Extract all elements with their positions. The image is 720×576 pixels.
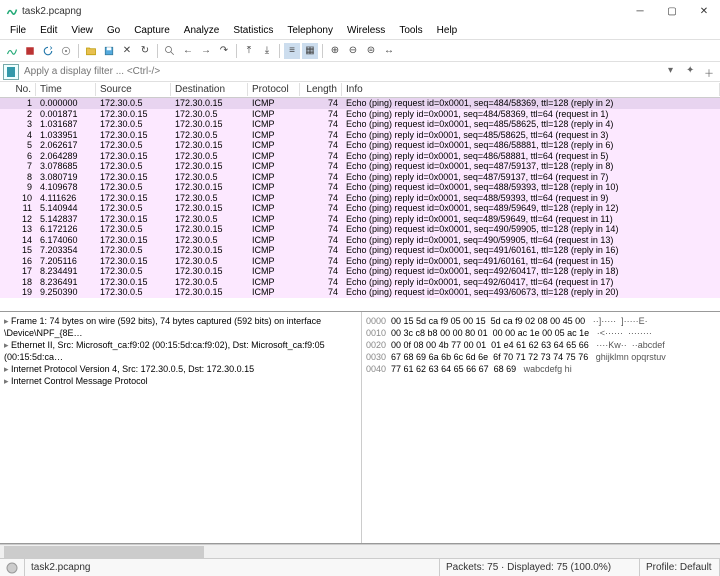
stop-capture-icon[interactable] <box>22 43 38 59</box>
menu-telephony[interactable]: Telephony <box>281 23 339 38</box>
packet-row[interactable]: 188.236491172.30.0.15172.30.0.5ICMP74Ech… <box>0 277 720 288</box>
hex-row[interactable]: 0030 67 68 69 6a 6b 6c 6d 6e 6f 70 71 72… <box>366 351 716 363</box>
packet-row[interactable]: 146.174060172.30.0.15172.30.0.5ICMP74Ech… <box>0 235 720 246</box>
hex-row[interactable]: 0010 00 3c c8 b8 00 00 80 01 00 00 ac 1e… <box>366 327 716 339</box>
packet-tree-pane[interactable]: Frame 1: 74 bytes on wire (592 bits), 74… <box>0 312 362 543</box>
last-packet-icon[interactable]: ⤓ <box>259 43 275 59</box>
menu-analyze[interactable]: Analyze <box>178 23 226 38</box>
display-filter-input[interactable] <box>22 64 666 79</box>
col-protocol[interactable]: Protocol <box>248 83 300 96</box>
open-file-icon[interactable] <box>83 43 99 59</box>
col-destination[interactable]: Destination <box>171 83 248 96</box>
restart-capture-icon[interactable] <box>40 43 56 59</box>
detail-split: Frame 1: 74 bytes on wire (592 bits), 74… <box>0 312 720 544</box>
close-button[interactable]: ✕ <box>688 0 720 22</box>
menu-view[interactable]: View <box>65 23 99 38</box>
menu-edit[interactable]: Edit <box>34 23 63 38</box>
minimize-button[interactable]: ─ <box>624 0 656 22</box>
maximize-button[interactable]: ▢ <box>656 0 688 22</box>
packet-row[interactable]: 136.172126172.30.0.5172.30.0.15ICMP74Ech… <box>0 224 720 235</box>
col-source[interactable]: Source <box>96 83 171 96</box>
packet-row[interactable]: 125.142837172.30.0.15172.30.0.5ICMP74Ech… <box>0 214 720 225</box>
filter-add-icon[interactable]: ＋ <box>704 65 718 79</box>
zoom-out-icon[interactable]: ⊖ <box>345 43 361 59</box>
packet-row[interactable]: 62.064289172.30.0.15172.30.0.5ICMP74Echo… <box>0 151 720 162</box>
reload-icon[interactable]: ↻ <box>137 43 153 59</box>
find-packet-icon[interactable] <box>162 43 178 59</box>
status-expert-icon[interactable] <box>0 559 25 576</box>
capture-options-icon[interactable] <box>58 43 74 59</box>
status-packet-count: Packets: 75 · Displayed: 75 (100.0%) <box>440 559 640 576</box>
zoom-reset-icon[interactable]: ⊜ <box>363 43 379 59</box>
wireshark-icon <box>6 5 18 17</box>
window-titlebar: task2.pcapng ─ ▢ ✕ <box>0 0 720 22</box>
colorize-icon[interactable]: ▦ <box>302 43 318 59</box>
status-file: task2.pcapng <box>25 559 440 576</box>
packet-list-pane: No. Time Source Destination Protocol Len… <box>0 82 720 312</box>
packet-row[interactable]: 31.031687172.30.0.5172.30.0.15ICMP74Echo… <box>0 119 720 130</box>
jump-icon[interactable]: ↷ <box>216 43 232 59</box>
packet-row[interactable]: 52.062617172.30.0.5172.30.0.15ICMP74Echo… <box>0 140 720 151</box>
display-filter-bar: ▾ ✦ ＋ <box>0 62 720 82</box>
hex-row[interactable]: 0040 77 61 62 63 64 65 66 67 68 69 wabcd… <box>366 363 716 375</box>
zoom-in-icon[interactable]: ⊕ <box>327 43 343 59</box>
packet-row[interactable]: 178.234491172.30.0.5172.30.0.15ICMP74Ech… <box>0 266 720 277</box>
packet-list-header[interactable]: No. Time Source Destination Protocol Len… <box>0 82 720 98</box>
prev-packet-icon[interactable]: ← <box>180 43 196 59</box>
auto-scroll-icon[interactable]: ≡ <box>284 43 300 59</box>
menu-tools[interactable]: Tools <box>393 23 428 38</box>
menu-help[interactable]: Help <box>431 23 464 38</box>
packet-row[interactable]: 83.080719172.30.0.15172.30.0.5ICMP74Echo… <box>0 172 720 183</box>
menu-statistics[interactable]: Statistics <box>227 23 279 38</box>
menu-capture[interactable]: Capture <box>128 23 176 38</box>
start-capture-icon[interactable] <box>4 43 20 59</box>
packet-row[interactable]: 167.205116172.30.0.15172.30.0.5ICMP74Ech… <box>0 256 720 267</box>
col-length[interactable]: Length <box>300 83 342 96</box>
packet-row[interactable]: 41.033951172.30.0.15172.30.0.5ICMP74Echo… <box>0 130 720 141</box>
packet-row[interactable]: 157.203354172.30.0.5172.30.0.15ICMP74Ech… <box>0 245 720 256</box>
menu-wireless[interactable]: Wireless <box>341 23 391 38</box>
bookmark-filter-icon[interactable] <box>3 64 19 80</box>
tree-item[interactable]: Internet Protocol Version 4, Src: 172.30… <box>4 363 357 375</box>
col-info[interactable]: Info <box>342 83 720 96</box>
packet-row[interactable]: 20.001871172.30.0.15172.30.0.5ICMP74Echo… <box>0 109 720 120</box>
packet-row[interactable]: 115.140944172.30.0.5172.30.0.15ICMP74Ech… <box>0 203 720 214</box>
next-packet-icon[interactable]: → <box>198 43 214 59</box>
packet-row[interactable]: 94.109678172.30.0.5172.30.0.15ICMP74Echo… <box>0 182 720 193</box>
horizontal-scrollbar[interactable] <box>0 544 720 558</box>
save-file-icon[interactable] <box>101 43 117 59</box>
packet-list-body[interactable]: 10.000000172.30.0.5172.30.0.15ICMP74Echo… <box>0 98 720 311</box>
menu-go[interactable]: Go <box>101 23 126 38</box>
close-file-icon[interactable]: ✕ <box>119 43 135 59</box>
tree-item[interactable]: Internet Control Message Protocol <box>4 375 357 387</box>
resize-columns-icon[interactable]: ↔ <box>381 43 397 59</box>
main-toolbar: ✕ ↻ ← → ↷ ⤒ ⤓ ≡ ▦ ⊕ ⊖ ⊜ ↔ <box>0 40 720 62</box>
col-time[interactable]: Time <box>36 83 96 96</box>
hex-row[interactable]: 0020 00 0f 08 00 4b 77 00 01 01 e4 61 62… <box>366 339 716 351</box>
col-no[interactable]: No. <box>0 83 36 96</box>
hex-dump-pane[interactable]: 0000 00 15 5d ca f9 05 00 15 5d ca f9 02… <box>362 312 720 543</box>
filter-expression-icon[interactable]: ✦ <box>686 65 700 79</box>
menu-bar: FileEditViewGoCaptureAnalyzeStatisticsTe… <box>0 22 720 40</box>
packet-row[interactable]: 10.000000172.30.0.5172.30.0.15ICMP74Echo… <box>0 98 720 109</box>
packet-row[interactable]: 73.078685172.30.0.5172.30.0.15ICMP74Echo… <box>0 161 720 172</box>
tree-item[interactable]: Ethernet II, Src: Microsoft_ca:f9:02 (00… <box>4 339 357 363</box>
packet-row[interactable]: 104.111626172.30.0.15172.30.0.5ICMP74Ech… <box>0 193 720 204</box>
menu-file[interactable]: File <box>4 23 32 38</box>
window-title: task2.pcapng <box>22 6 82 17</box>
status-profile[interactable]: Profile: Default <box>640 559 720 576</box>
packet-row[interactable]: 199.250390172.30.0.5172.30.0.15ICMP74Ech… <box>0 287 720 298</box>
status-bar: task2.pcapng Packets: 75 · Displayed: 75… <box>0 558 720 576</box>
first-packet-icon[interactable]: ⤒ <box>241 43 257 59</box>
hex-row[interactable]: 0000 00 15 5d ca f9 05 00 15 5d ca f9 02… <box>366 315 716 327</box>
filter-dropdown-icon[interactable]: ▾ <box>668 65 682 79</box>
tree-item[interactable]: Frame 1: 74 bytes on wire (592 bits), 74… <box>4 315 357 339</box>
